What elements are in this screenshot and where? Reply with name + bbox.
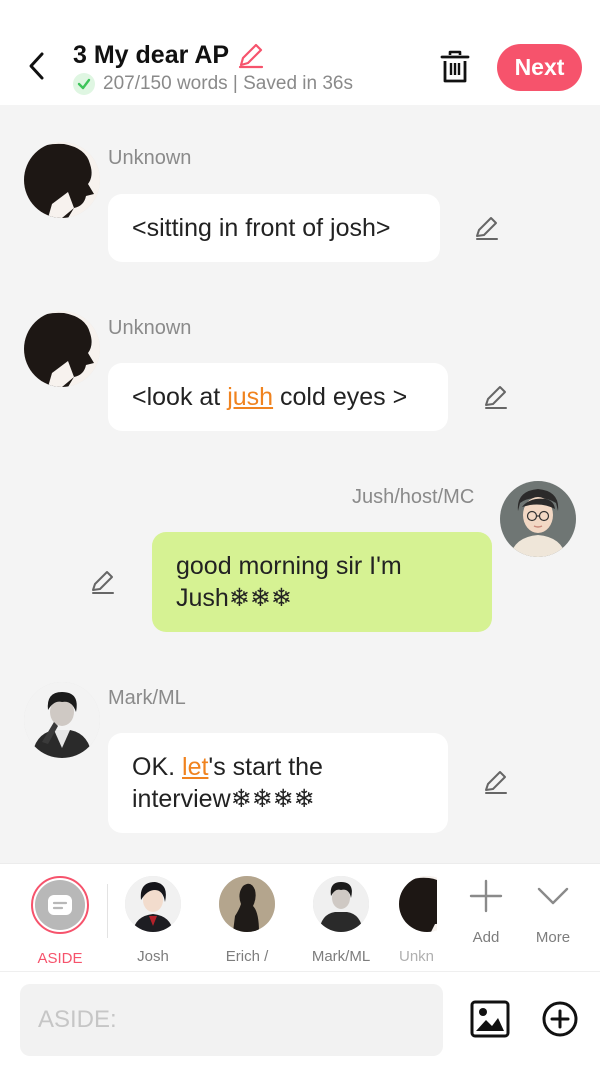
erich-avatar <box>219 876 275 932</box>
sender-name: Mark/ML <box>108 687 186 709</box>
aside-avatar <box>31 876 89 934</box>
story-title-text: 3 My dear AP <box>73 41 230 69</box>
plus-icon <box>469 879 503 913</box>
character-erich[interactable]: Erich / <box>212 876 282 965</box>
avatar-unknown[interactable] <box>24 142 100 218</box>
typo-highlight[interactable]: jush <box>227 383 273 411</box>
more-button[interactable]: More <box>523 878 583 946</box>
typo-highlight[interactable]: let <box>182 753 208 781</box>
chat-bubble-icon <box>48 895 72 915</box>
character-selector: ASIDE Josh Erich / Mark/ML Unkn Add More <box>0 863 600 971</box>
top-bar: 3 My dear AP 207/150 words | Saved in 36… <box>0 0 600 105</box>
edit-message-icon[interactable] <box>472 213 502 243</box>
back-arrow-icon <box>29 52 44 80</box>
image-icon <box>470 1000 510 1038</box>
message-text: cold eyes > <box>273 383 408 411</box>
back-button[interactable] <box>20 46 54 86</box>
edit-message-icon[interactable] <box>88 567 118 597</box>
edit-title-icon[interactable] <box>237 41 265 69</box>
composer: ASIDE: <box>0 971 600 1067</box>
character-label: Unkn <box>399 948 435 965</box>
delete-button[interactable] <box>436 46 474 88</box>
next-button[interactable]: Next <box>497 44 582 91</box>
character-unknown[interactable]: Unkn <box>399 876 437 965</box>
chevron-down-icon <box>537 887 569 905</box>
trash-icon <box>440 50 470 83</box>
message-input[interactable]: ASIDE: <box>20 984 443 1056</box>
edit-message-icon[interactable] <box>481 767 511 797</box>
character-josh[interactable]: Josh <box>118 876 188 965</box>
add-attachment-button[interactable] <box>538 997 582 1041</box>
divider <box>107 884 108 938</box>
insert-image-button[interactable] <box>468 997 512 1041</box>
message-text: <look at <box>132 383 228 411</box>
story-title-block: 3 My dear AP 207/150 words | Saved in 36… <box>73 40 353 95</box>
character-label: Erich / <box>225 948 269 965</box>
sender-name: Unknown <box>108 317 192 339</box>
sender-name: Unknown <box>108 147 192 169</box>
josh-avatar <box>125 876 181 932</box>
save-status: 207/150 words | Saved in 36s <box>73 73 353 95</box>
mark-avatar <box>313 876 369 932</box>
character-label: Josh <box>137 948 169 965</box>
more-label: More <box>535 929 571 946</box>
unknown-avatar <box>399 876 437 932</box>
edit-message-icon[interactable] <box>481 382 511 412</box>
message-bubble[interactable]: <look at jush cold eyes > <box>108 363 448 431</box>
character-mark[interactable]: Mark/ML <box>306 876 376 965</box>
message-text: OK. <box>132 753 183 781</box>
message-bubble[interactable]: OK. let's start the interview❄❄❄❄ <box>108 733 448 833</box>
avatar-jush[interactable] <box>500 481 576 557</box>
save-status-text: 207/150 words | Saved in 36s <box>103 73 353 94</box>
character-label: Mark/ML <box>311 948 371 965</box>
character-aside[interactable]: ASIDE <box>25 876 95 967</box>
add-character-button[interactable]: Add <box>456 878 516 946</box>
add-label: Add <box>472 929 500 946</box>
plus-circle-icon <box>542 1001 578 1037</box>
character-label: ASIDE <box>37 950 83 967</box>
avatar-mark[interactable] <box>24 682 100 758</box>
message-bubble[interactable]: <sitting in front of josh> <box>108 194 440 262</box>
message-bubble[interactable]: good morning sir I'm Jush❄❄❄ <box>152 532 492 632</box>
saved-check-icon <box>73 73 95 95</box>
story-title[interactable]: 3 My dear AP <box>73 40 353 70</box>
avatar-unknown[interactable] <box>24 311 100 387</box>
sender-name: Jush/host/MC <box>352 486 475 508</box>
